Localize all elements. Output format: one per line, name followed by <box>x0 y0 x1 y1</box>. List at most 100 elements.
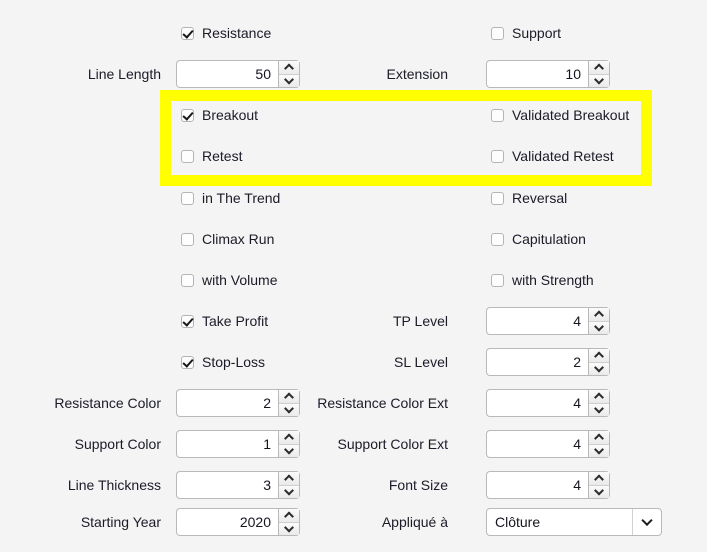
spinner-support-color-ext-buttons[interactable] <box>588 430 610 458</box>
chevron-down-icon[interactable] <box>279 444 299 457</box>
chevron-up-icon[interactable] <box>279 61 299 75</box>
checkbox-climax-run-box[interactable] <box>181 232 194 246</box>
checkbox-capitulation-box[interactable] <box>491 232 504 246</box>
chevron-down-icon[interactable] <box>632 509 661 535</box>
chevron-down-icon[interactable] <box>589 74 609 87</box>
spinner-extension-buttons[interactable] <box>588 60 610 88</box>
checkbox-validated-retest-box[interactable] <box>491 149 504 163</box>
checkbox-capitulation[interactable]: Capitulation <box>491 222 586 256</box>
spinner-resistance-color-ext-buttons[interactable] <box>588 389 610 417</box>
spinner-line-thickness-buttons[interactable] <box>278 471 300 499</box>
checkbox-support[interactable]: Support <box>491 16 561 50</box>
spinner-resistance-color-ext-value[interactable]: 4 <box>486 389 588 417</box>
chevron-up-icon[interactable] <box>589 390 609 404</box>
chevron-up-icon[interactable] <box>589 431 609 445</box>
chevron-up-icon[interactable] <box>279 390 299 404</box>
spinner-tp-level-value[interactable]: 4 <box>486 307 588 335</box>
checkbox-breakout-label: Breakout <box>202 107 259 123</box>
checkbox-with-volume-box[interactable] <box>181 273 194 287</box>
checkbox-resistance[interactable]: Resistance <box>181 16 271 50</box>
chevron-down-icon[interactable] <box>279 522 299 535</box>
settings-form: Resistance Support Line Length 50 Extens… <box>0 0 707 552</box>
checkbox-reversal[interactable]: Reversal <box>491 181 567 215</box>
checkbox-with-strength-box[interactable] <box>491 273 504 287</box>
chevron-down-icon[interactable] <box>589 403 609 416</box>
checkbox-stop-loss[interactable]: Stop-Loss <box>181 345 265 379</box>
spinner-support-color-value[interactable]: 1 <box>176 430 278 458</box>
spinner-line-length-value[interactable]: 50 <box>176 60 278 88</box>
chevron-up-icon[interactable] <box>589 349 609 363</box>
spinner-starting-year-value[interactable]: 2020 <box>176 508 278 536</box>
chevron-down-icon[interactable] <box>589 362 609 375</box>
spinner-font-size[interactable]: 4 <box>486 471 610 499</box>
checkbox-support-label: Support <box>512 25 562 41</box>
chevron-up-icon[interactable] <box>589 308 609 322</box>
spinner-line-length[interactable]: 50 <box>176 60 300 88</box>
spinner-resistance-color-value[interactable]: 2 <box>176 389 278 417</box>
checkbox-take-profit-box[interactable] <box>181 314 194 328</box>
row-resistance-color: Resistance Color 2 Resistance Color Ext … <box>0 386 707 420</box>
chevron-down-icon[interactable] <box>589 321 609 334</box>
row-support-color: Support Color 1 Support Color Ext 4 <box>0 427 707 461</box>
spinner-extension[interactable]: 10 <box>486 60 610 88</box>
checkbox-climax-run-label: Climax Run <box>202 231 275 247</box>
row-line-length-extension: Line Length 50 Extension 10 <box>0 57 707 91</box>
chevron-down-icon[interactable] <box>279 74 299 87</box>
checkbox-resistance-label: Resistance <box>202 25 272 41</box>
spinner-support-color-ext-value[interactable]: 4 <box>486 430 588 458</box>
checkbox-in-the-trend[interactable]: in The Trend <box>181 181 280 215</box>
chevron-up-icon[interactable] <box>279 509 299 523</box>
chevron-down-icon[interactable] <box>279 485 299 498</box>
row-climax-run-capitulation: Climax Run Capitulation <box>0 222 707 256</box>
checkbox-climax-run[interactable]: Climax Run <box>181 222 274 256</box>
checkbox-capitulation-label: Capitulation <box>512 231 586 247</box>
checkbox-stop-loss-box[interactable] <box>181 355 194 369</box>
spinner-line-length-buttons[interactable] <box>278 60 300 88</box>
spinner-support-color-ext[interactable]: 4 <box>486 430 610 458</box>
chevron-down-icon[interactable] <box>589 485 609 498</box>
spinner-extension-value[interactable]: 10 <box>486 60 588 88</box>
spinner-tp-level[interactable]: 4 <box>486 307 610 335</box>
spinner-tp-level-buttons[interactable] <box>588 307 610 335</box>
row-stop-loss-sl-level: Stop-Loss SL Level 2 <box>0 345 707 379</box>
row-in-the-trend-reversal: in The Trend Reversal <box>0 181 707 215</box>
checkbox-validated-breakout[interactable]: Validated Breakout <box>491 98 629 132</box>
spinner-starting-year[interactable]: 2020 <box>176 508 300 536</box>
spinner-font-size-buttons[interactable] <box>588 471 610 499</box>
checkbox-with-volume[interactable]: with Volume <box>181 263 277 297</box>
checkbox-take-profit[interactable]: Take Profit <box>181 304 268 338</box>
spinner-resistance-color[interactable]: 2 <box>176 389 300 417</box>
spinner-support-color-buttons[interactable] <box>278 430 300 458</box>
chevron-up-icon[interactable] <box>589 61 609 75</box>
checkbox-in-the-trend-box[interactable] <box>181 191 194 205</box>
checkbox-breakout[interactable]: Breakout <box>181 98 258 132</box>
spinner-starting-year-buttons[interactable] <box>278 508 300 536</box>
chevron-up-icon[interactable] <box>279 431 299 445</box>
label-support-color-ext: Support Color Ext <box>337 436 449 452</box>
row-retest-validated-retest: Retest Validated Retest <box>0 139 707 173</box>
checkbox-resistance-box[interactable] <box>181 26 194 40</box>
spinner-sl-level[interactable]: 2 <box>486 348 610 376</box>
chevron-down-icon[interactable] <box>589 444 609 457</box>
spinner-support-color[interactable]: 1 <box>176 430 300 458</box>
checkbox-support-box[interactable] <box>491 26 504 40</box>
checkbox-retest[interactable]: Retest <box>181 139 242 173</box>
select-applique-a[interactable]: Clôture <box>486 508 662 536</box>
spinner-resistance-color-ext[interactable]: 4 <box>486 389 610 417</box>
row-take-profit-tp-level: Take Profit TP Level 4 <box>0 304 707 338</box>
checkbox-retest-box[interactable] <box>181 149 194 163</box>
checkbox-validated-breakout-box[interactable] <box>491 108 504 122</box>
chevron-up-icon[interactable] <box>279 472 299 486</box>
checkbox-with-strength[interactable]: with Strength <box>491 263 594 297</box>
checkbox-breakout-box[interactable] <box>181 108 194 122</box>
spinner-line-thickness[interactable]: 3 <box>176 471 300 499</box>
spinner-resistance-color-buttons[interactable] <box>278 389 300 417</box>
spinner-sl-level-buttons[interactable] <box>588 348 610 376</box>
spinner-font-size-value[interactable]: 4 <box>486 471 588 499</box>
chevron-up-icon[interactable] <box>589 472 609 486</box>
spinner-line-thickness-value[interactable]: 3 <box>176 471 278 499</box>
checkbox-validated-retest[interactable]: Validated Retest <box>491 139 614 173</box>
chevron-down-icon[interactable] <box>279 403 299 416</box>
spinner-sl-level-value[interactable]: 2 <box>486 348 588 376</box>
checkbox-reversal-box[interactable] <box>491 191 504 205</box>
